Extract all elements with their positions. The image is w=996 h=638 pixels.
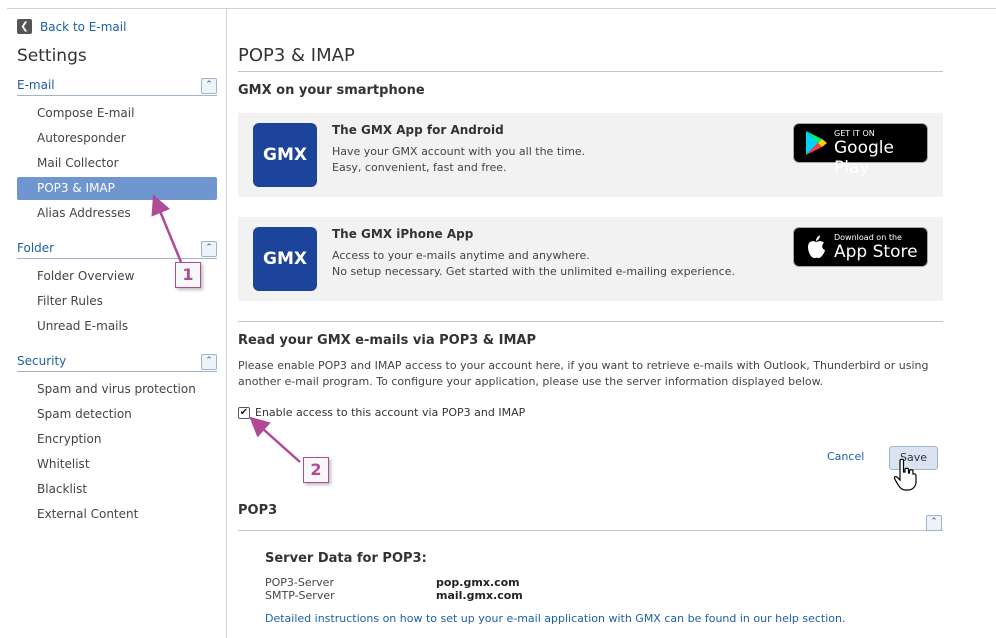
section-email-label: E-mail (17, 78, 55, 92)
server-data-title: Server Data for POP3: (265, 551, 427, 566)
sidebar-item-whitelist[interactable]: Whitelist (17, 453, 217, 476)
collapse-pop3-icon[interactable]: ⌃ (926, 515, 942, 531)
smtp-server-value: mail.gmx.com (436, 589, 523, 602)
pop3-server-value: pop.gmx.com (436, 576, 520, 589)
iphone-app-line2: No setup necessary. Get started with the… (332, 265, 735, 278)
gmx-logo: GMX (253, 227, 317, 291)
back-to-email-link[interactable]: ❮ Back to E-mail (17, 19, 126, 34)
pop3-server-label: POP3-Server (265, 576, 334, 589)
sidebar-item-filter-rules[interactable]: Filter Rules (17, 290, 217, 313)
section-divider (238, 321, 943, 322)
page-title: POP3 & IMAP (238, 45, 355, 66)
callout-2-badge: 2 (303, 457, 329, 483)
android-app-line1: Have your GMX account with you all the t… (332, 145, 586, 158)
cancel-button[interactable]: Cancel (827, 450, 864, 463)
sidebar-item-spam-virus-protection[interactable]: Spam and virus protection (17, 378, 217, 401)
callout-1-badge: 1 (175, 262, 201, 288)
section-folder: Folder ⌃ (17, 241, 217, 259)
iphone-app-card: GMX The GMX iPhone App Access to your e-… (238, 217, 943, 301)
sidebar-item-autoresponder[interactable]: Autoresponder (17, 127, 217, 150)
chevron-left-icon: ❮ (17, 19, 32, 34)
sidebar-item-spam-detection[interactable]: Spam detection (17, 403, 217, 426)
android-app-line2: Easy, convenient, fast and free. (332, 161, 507, 174)
help-section-link[interactable]: Detailed instructions on how to set up y… (265, 612, 846, 625)
gmx-logo: GMX (253, 123, 317, 187)
sidebar-item-pop3-imap[interactable]: POP3 & IMAP (17, 177, 217, 200)
read-via-pop3-description: Please enable POP3 and IMAP access to yo… (238, 359, 929, 388)
settings-sidebar: ❮ Back to E-mail Settings E-mail ⌃ Compo… (7, 9, 227, 638)
enable-access-checkbox[interactable]: ✔ (238, 406, 250, 419)
iphone-app-line1: Access to your e-mails anytime and anywh… (332, 249, 590, 262)
enable-access-row: ✔ Enable access to this account via POP3… (238, 406, 525, 419)
collapse-folder-icon[interactable]: ⌃ (201, 241, 217, 257)
sidebar-item-mail-collector[interactable]: Mail Collector (17, 152, 217, 175)
android-app-card: GMX The GMX App for Android Have your GM… (238, 113, 943, 197)
pop3-heading: POP3 (238, 503, 278, 518)
section-security: Security ⌃ (17, 354, 217, 372)
smartphone-heading: GMX on your smartphone (238, 83, 425, 98)
google-play-small-text: GET IT ON (834, 129, 875, 138)
settings-title: Settings (17, 46, 87, 66)
app-store-big-text: App Store (834, 242, 918, 262)
back-label: Back to E-mail (40, 19, 127, 34)
google-play-big-text: Google Play (834, 138, 894, 178)
section-security-label: Security (17, 354, 67, 368)
sidebar-item-external-content[interactable]: External Content (17, 503, 217, 526)
section-folder-label: Folder (17, 241, 55, 255)
enable-access-label: Enable access to this account via POP3 a… (255, 406, 526, 419)
main-content: POP3 & IMAP GMX on your smartphone GMX T… (238, 9, 943, 638)
apple-icon (808, 235, 825, 259)
collapse-email-icon[interactable]: ⌃ (201, 78, 217, 94)
pop3-divider (238, 530, 943, 531)
android-app-title: The GMX App for Android (332, 123, 504, 137)
app-store-badge[interactable]: Download on the App Store (793, 227, 928, 267)
smtp-server-label: SMTP-Server (265, 589, 335, 602)
hand-cursor-icon (893, 458, 917, 491)
sidebar-item-unread-emails[interactable]: Unread E-mails (17, 315, 217, 338)
title-divider (238, 71, 943, 72)
google-play-icon (806, 131, 827, 155)
google-play-badge[interactable]: GET IT ON Google Play (793, 123, 928, 178)
sidebar-item-compose-email[interactable]: Compose E-mail (17, 102, 217, 125)
sidebar-item-alias-addresses[interactable]: Alias Addresses (17, 202, 217, 225)
section-email: E-mail ⌃ (17, 78, 217, 96)
app-store-small-text: Download on the (834, 233, 902, 242)
read-via-pop3-heading: Read your GMX e-mails via POP3 & IMAP (238, 333, 537, 348)
iphone-app-title: The GMX iPhone App (332, 227, 474, 241)
collapse-security-icon[interactable]: ⌃ (201, 354, 217, 370)
sidebar-item-encryption[interactable]: Encryption (17, 428, 217, 451)
sidebar-item-blacklist[interactable]: Blacklist (17, 478, 217, 501)
